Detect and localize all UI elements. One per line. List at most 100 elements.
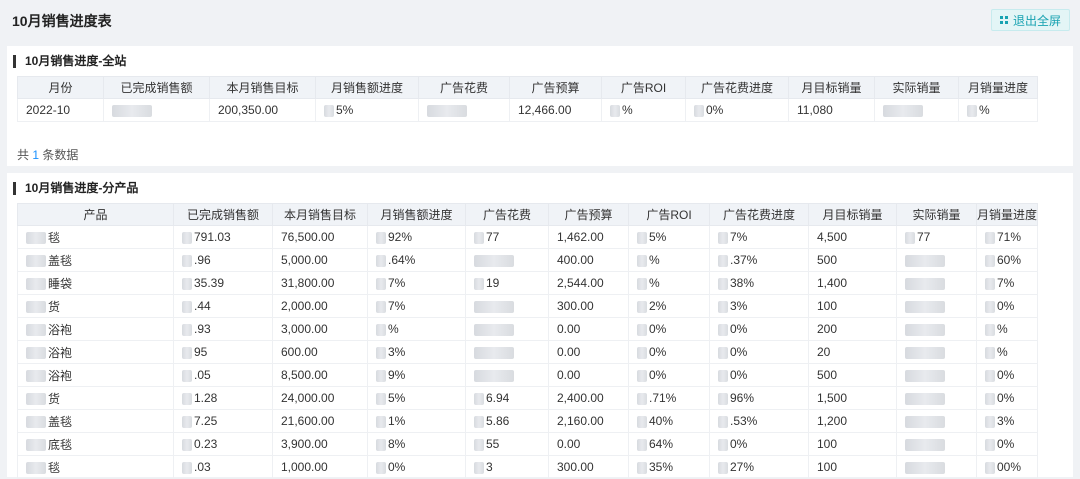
table-cell	[465, 294, 549, 318]
site-progress-table: 月份 已完成销售额 本月销售目标 月销售额进度 广告花费 广告预算 广告ROI 广告花费进度月…	[17, 76, 1038, 122]
table-cell: 00%	[976, 455, 1038, 479]
redacted-mask	[26, 416, 46, 429]
cell-value: 0%	[730, 322, 748, 336]
redacted-mask	[883, 104, 923, 117]
table-cell: 96%	[709, 386, 809, 410]
table-cell: 睡袋	[17, 271, 174, 295]
redacted-mask	[376, 438, 386, 451]
cell-value: 21,600.00	[281, 414, 335, 428]
table-cell: 24,000.00	[272, 386, 368, 410]
cell-value: 3,900.00	[281, 437, 328, 451]
cell-value: 2,400.00	[557, 391, 604, 405]
redacted-mask	[718, 369, 728, 382]
table-cell: 2,400.00	[548, 386, 629, 410]
redacted-mask	[718, 392, 728, 405]
table-cell: 8,500.00	[272, 363, 368, 387]
cell-value: 5%	[649, 230, 667, 244]
redacted-mask	[637, 392, 647, 405]
cell-value: 0%	[649, 322, 667, 336]
table-cell: 0%	[628, 363, 710, 387]
table-cell	[896, 248, 977, 272]
table-cell: 4,500	[808, 225, 897, 249]
cell-value: 盖毯	[48, 253, 73, 268]
cell-value: 0.00	[557, 437, 581, 451]
table-cell	[896, 386, 977, 410]
cell-value: %	[649, 276, 660, 290]
redacted-mask	[182, 415, 192, 428]
redacted-mask	[637, 277, 647, 290]
column-header: 广告花费	[465, 203, 549, 226]
table-cell: %	[958, 98, 1038, 122]
table-cell: 35%	[628, 455, 710, 479]
redacted-mask	[637, 254, 647, 267]
cell-value: 200,350.00	[218, 103, 279, 117]
redacted-mask	[985, 323, 995, 336]
redacted-mask	[474, 438, 484, 451]
table-cell: 1%	[367, 409, 466, 433]
table-cell: 3	[465, 455, 549, 479]
table-cell: 1,200	[808, 409, 897, 433]
page-title: 10月销售进度表	[12, 13, 112, 29]
table-cell: 0%	[367, 455, 466, 479]
cell-value: 0%	[388, 460, 406, 474]
table-cell: 100	[808, 432, 897, 456]
cell-value: 100	[817, 437, 838, 451]
cell-value: 00%	[997, 460, 1022, 474]
table-cell: 5%	[367, 386, 466, 410]
table-cell: 0%	[976, 363, 1038, 387]
redacted-mask	[376, 323, 386, 336]
cell-value: 35.39	[194, 276, 225, 290]
redacted-mask	[26, 370, 46, 383]
column-header: 月目标销量	[788, 76, 875, 99]
table-cell: 100	[808, 455, 897, 479]
table-cell: 浴袍	[17, 340, 174, 364]
redacted-mask	[182, 438, 192, 451]
redacted-mask	[376, 277, 386, 290]
table-cell: .96	[173, 248, 273, 272]
table-cell: 7%	[367, 294, 466, 318]
cell-value: 300.00	[557, 460, 594, 474]
table-cell: 1,500	[808, 386, 897, 410]
redacted-mask	[985, 392, 995, 405]
redacted-mask	[376, 300, 386, 313]
cell-value: 3	[486, 460, 493, 474]
table-cell: 12,466.00	[509, 98, 602, 122]
table-cell: 100	[808, 294, 897, 318]
table-cell: 货	[17, 386, 174, 410]
table-cell: 7.25	[173, 409, 273, 433]
cell-value: 0.00	[557, 345, 581, 359]
count-suffix: 条数据	[42, 148, 79, 162]
cell-value: 7%	[997, 276, 1015, 290]
redacted-mask	[985, 369, 995, 382]
table-cell: 791.03	[173, 225, 273, 249]
table-cell: 0.23	[173, 432, 273, 456]
cell-value: 0%	[649, 368, 667, 382]
table-row: 浴袍 .05 8,500.00 9% 0.00 0% 0% 500 0%	[17, 363, 1038, 387]
redacted-mask	[637, 369, 647, 382]
cell-value: 3%	[388, 345, 406, 359]
cell-value: 7%	[388, 276, 406, 290]
table-cell: 2,000.00	[272, 294, 368, 318]
redacted-mask	[182, 346, 192, 359]
table-cell	[465, 340, 549, 364]
exit-fullscreen-button[interactable]: 退出全屏	[990, 9, 1070, 31]
cell-value: 1,400	[817, 276, 848, 290]
redacted-mask	[985, 231, 995, 244]
table-cell	[465, 317, 549, 341]
cell-value: 24,000.00	[281, 391, 335, 405]
cell-value: 0%	[730, 345, 748, 359]
cell-value: 2%	[649, 299, 667, 313]
column-header: 月销量进度	[958, 76, 1038, 99]
cell-value: 5,000.00	[281, 253, 328, 267]
table-cell: 64%	[628, 432, 710, 456]
column-header: 已完成销售额	[103, 76, 210, 99]
redacted-mask	[182, 369, 192, 382]
table-cell: 500	[808, 363, 897, 387]
redacted-mask	[112, 104, 152, 117]
redacted-mask	[718, 346, 728, 359]
column-header: 实际销量	[874, 76, 959, 99]
column-header: 广告预算	[548, 203, 629, 226]
table-cell: 27%	[709, 455, 809, 479]
cell-value: 毯	[48, 460, 61, 475]
cell-value: 35%	[649, 460, 674, 474]
